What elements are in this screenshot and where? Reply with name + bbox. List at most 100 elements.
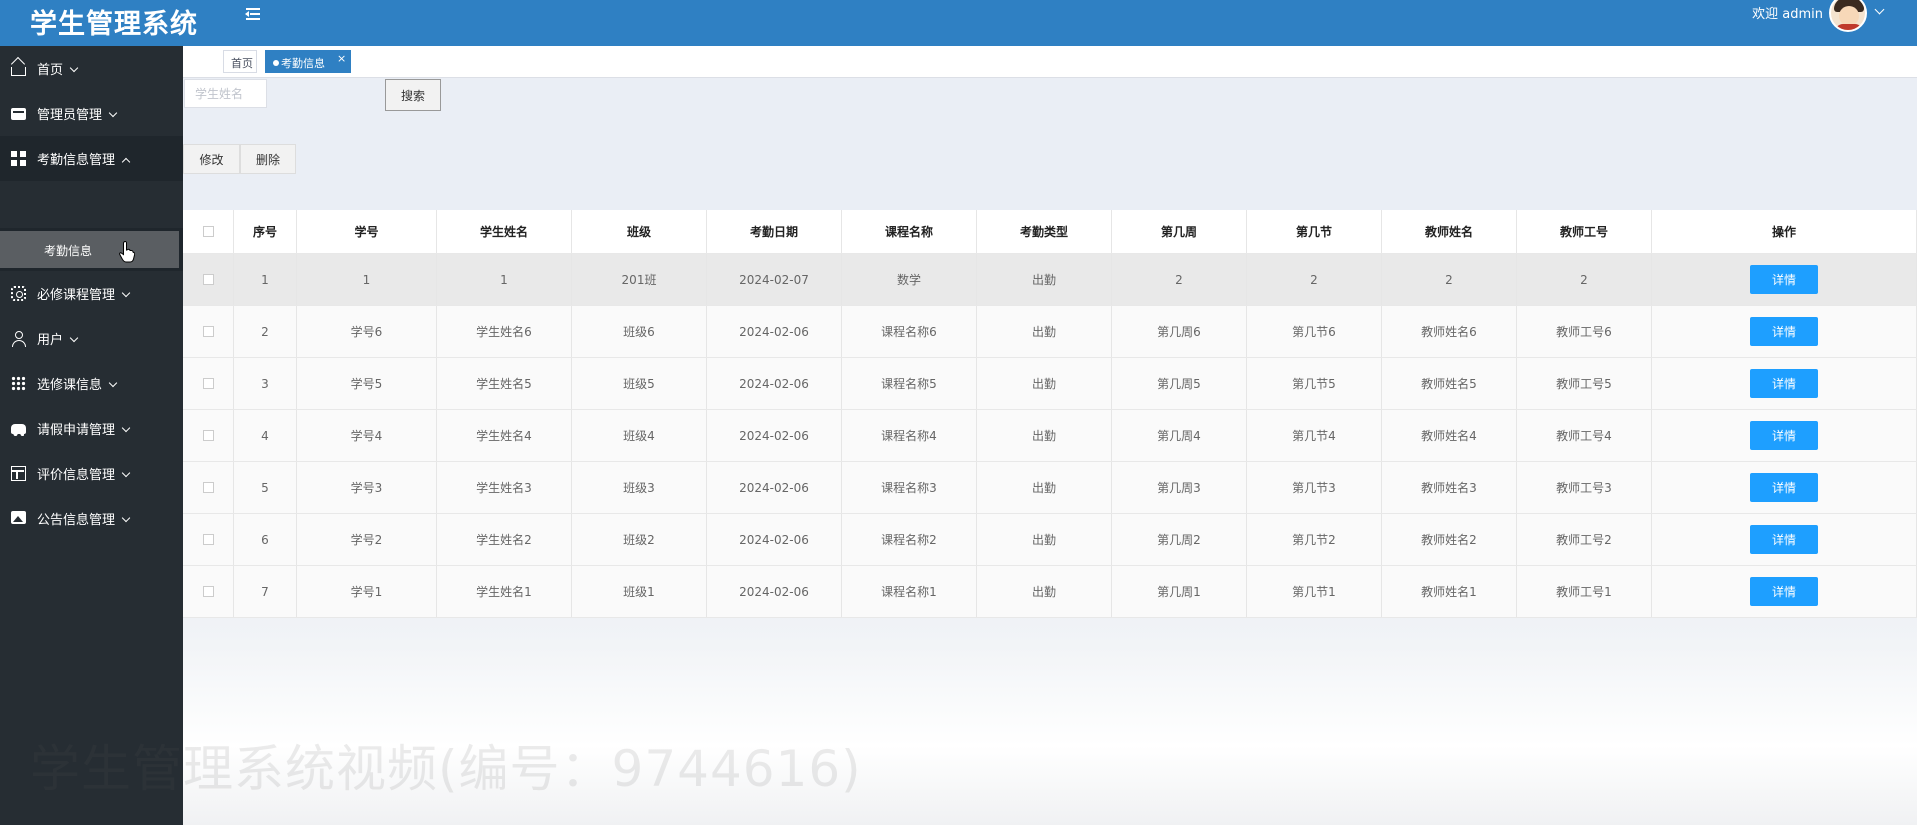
tab-attendance[interactable]: 考勤信息 × [265,50,351,73]
cell-student-name: 学生姓名6 [437,306,572,357]
cell-value: 出勤 [1031,481,1056,495]
sidebar-item-admin-management[interactable]: 管理员管理 [0,91,183,136]
chevron-down-icon [69,63,79,73]
cell-index: 5 [234,462,297,513]
tab-home[interactable]: 首页 [223,50,257,73]
header-cell-teacher-id: 教师工号 [1517,210,1652,253]
cell-operation: 详情 [1652,358,1917,409]
hand-cursor-icon [119,241,135,263]
cell-value: 1 [500,272,508,287]
row-checkbox[interactable] [202,534,214,545]
edit-button[interactable]: 修改 [183,144,240,174]
cell-value: 2024-02-06 [739,532,809,547]
cell-value: 学生姓名2 [476,533,532,547]
header-cell-teacher-name: 教师姓名 [1382,210,1517,253]
search-input[interactable] [184,79,267,108]
detail-button[interactable]: 详情 [1750,525,1818,554]
cell-date: 2024-02-07 [707,254,842,305]
menu-toggle-icon[interactable] [244,4,264,24]
cell-course: 数学 [842,254,977,305]
cell-value: 出勤 [1031,273,1056,287]
cell-teacher-name: 教师姓名2 [1382,514,1517,565]
sidebar-item-home[interactable]: 首页 [0,46,183,91]
cell-value: 学生姓名4 [476,429,532,443]
cell-value: 班级5 [623,377,655,391]
delete-button[interactable]: 删除 [240,144,296,174]
app-title: 学生管理系统 [30,9,198,40]
sidebar-item-label: 评价信息管理 [37,464,131,483]
cell-value: 班级2 [623,533,655,547]
row-checkbox[interactable] [202,482,214,493]
chevron-down-icon [121,288,131,298]
detail-button[interactable]: 详情 [1750,369,1818,398]
close-icon[interactable]: × [337,52,346,65]
detail-button[interactable]: 详情 [1750,317,1818,346]
chevron-down-icon [121,423,131,433]
select-all-checkbox[interactable] [202,226,214,237]
cell-operation: 详情 [1652,410,1917,461]
table-row: 3 学号5 学生姓名5 班级5 2024-02-06 课程名称5 出勤 第几周5 第几节5 教师姓… [183,358,1917,410]
detail-button[interactable]: 详情 [1750,577,1818,606]
header-cell-date: 考勤日期 [707,210,842,253]
table-row: 4 学号4 学生姓名4 班级4 2024-02-06 课程名称4 出勤 第几周4 第几节4 教师姓… [183,410,1917,462]
row-checkbox[interactable] [202,326,214,337]
sidebar-item-text: 请假申请管理 [37,423,116,438]
cell-class: 班级1 [572,566,707,617]
table-icon [11,466,26,481]
detail-button[interactable]: 详情 [1750,473,1818,502]
cell-week: 2 [1112,254,1247,305]
cell-value: 教师姓名2 [1421,533,1477,547]
cell-value: 班级4 [623,429,655,443]
cell-value: 2 [1175,272,1183,287]
sidebar-item-text: 管理员管理 [37,108,103,123]
cell-value: 2024-02-06 [739,480,809,495]
row-checkbox[interactable] [202,430,214,441]
cell-type: 出勤 [977,514,1112,565]
sidebar-subitem-attendance[interactable]: 考勤信息 [0,231,179,268]
sidebar-item-attendance-management[interactable]: 考勤信息管理 [0,136,183,181]
cell-value: 课程名称3 [881,481,937,495]
sidebar-item-evaluation-management[interactable]: 评价信息管理 [0,451,183,496]
sidebar-item-required-course-management[interactable]: 必修课程管理 [0,271,183,316]
cell-value: 2024-02-06 [739,428,809,443]
picture-icon [11,511,26,524]
row-checkbox[interactable] [202,586,214,597]
cell-value: 2 [261,324,269,339]
sidebar-item-announcement-management[interactable]: 公告信息管理 [0,496,183,541]
chevron-down-icon[interactable] [1874,4,1885,15]
cell-value: 教师工号4 [1556,429,1612,443]
sidebar-item-elective-course-info[interactable]: 选修课信息 [0,361,183,406]
row-checkbox[interactable] [202,274,214,285]
detail-button[interactable]: 详情 [1750,421,1818,450]
chevron-down-icon [121,468,131,478]
cell-teacher-id: 教师工号3 [1517,462,1652,513]
cell-value: 教师姓名5 [1421,377,1477,391]
cell-select [183,306,234,357]
cell-value: 第几节6 [1292,325,1336,339]
detail-button[interactable]: 详情 [1750,265,1818,294]
car-icon [11,424,26,436]
cell-value: 7 [261,584,269,599]
active-dot-icon [273,60,279,66]
card-icon [11,108,26,120]
sidebar-item-user[interactable]: 用户 [0,316,183,361]
header-label: 课程名称 [884,225,933,239]
header-cell-week: 第几周 [1112,210,1247,253]
cell-section: 第几节4 [1247,410,1382,461]
row-checkbox[interactable] [202,378,214,389]
sidebar-item-leave-request-management[interactable]: 请假申请管理 [0,406,183,451]
cell-course: 课程名称6 [842,306,977,357]
cell-value: 2 [1445,272,1453,287]
cell-value: 5 [261,480,269,495]
table-row: 5 学号3 学生姓名3 班级3 2024-02-06 课程名称3 出勤 第几周3 第几节3 教师姓… [183,462,1917,514]
cell-section: 第几节6 [1247,306,1382,357]
cell-course: 课程名称1 [842,566,977,617]
avatar[interactable] [1829,0,1867,32]
cell-value: 2024-02-06 [739,324,809,339]
header-cell-operation: 操作 [1652,210,1917,253]
header-cell-type: 考勤类型 [977,210,1112,253]
cell-value: 出勤 [1031,429,1056,443]
search-button[interactable]: 搜索 [385,79,441,111]
cell-class: 班级2 [572,514,707,565]
sidebar-item-label: 用户 [37,329,79,348]
